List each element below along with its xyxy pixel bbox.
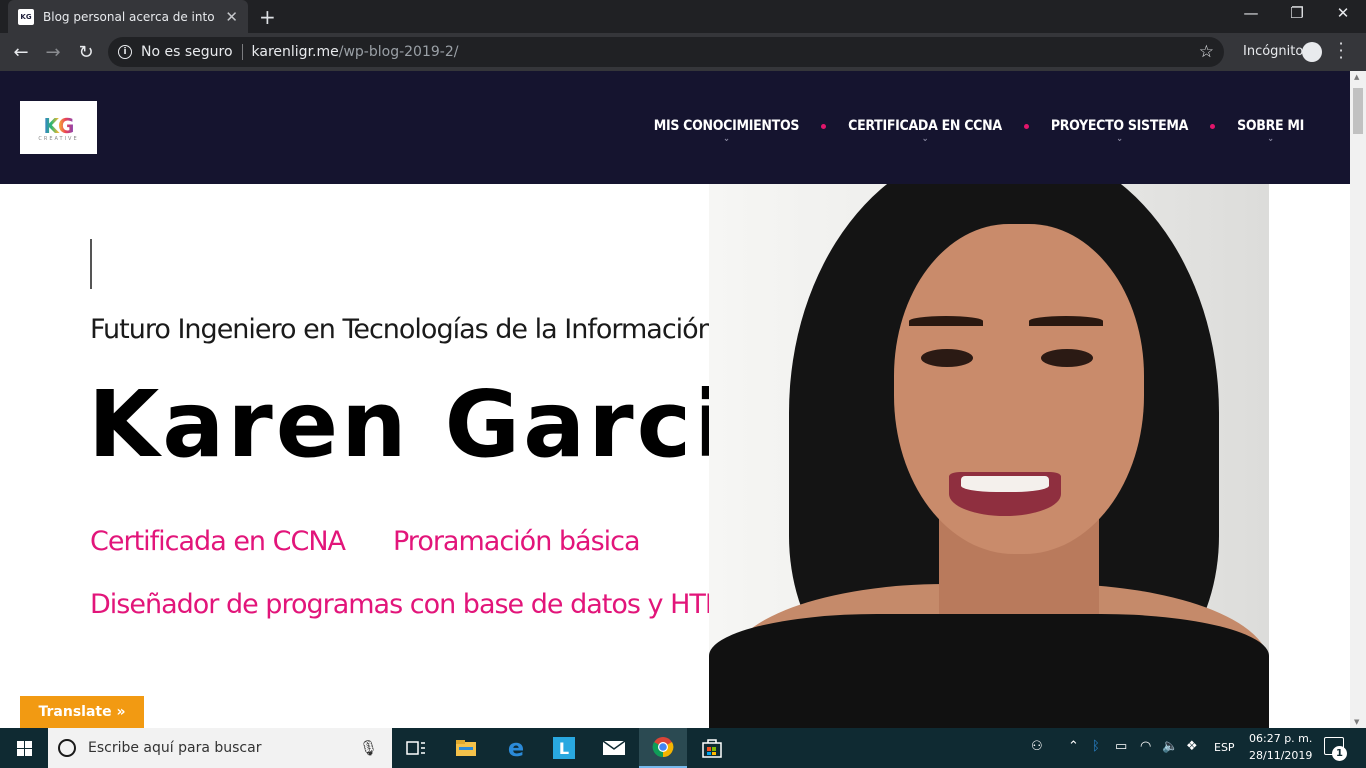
nav-item-certificada-ccna[interactable]: CERTIFICADA EN CCNA ⌄ <box>848 118 1002 144</box>
volume-icon[interactable]: 🔈 <box>1162 739 1178 754</box>
windows-logo-icon <box>16 740 32 756</box>
l-app-icon[interactable]: L <box>540 728 588 768</box>
windows-taskbar: Escribe aquí para buscar 🎙 e L ⚇ ⌃ ᛒ ▭ ◠… <box>0 728 1366 768</box>
forward-arrow-icon[interactable]: → <box>40 39 66 65</box>
incognito-label: Incógnito <box>1243 44 1304 59</box>
scroll-up-icon[interactable]: ▲ <box>1354 73 1359 81</box>
tab-title: Blog personal acerca de into a las <box>43 9 219 24</box>
hero-subtitle: Futuro Ingeniero en Tecnologías de la In… <box>90 314 715 345</box>
bookmark-star-icon[interactable]: ☆ <box>1199 42 1214 62</box>
battery-icon[interactable]: ▭ <box>1115 739 1127 754</box>
web-page: KG CREATIVE MIS CONOCIMIENTOS ⌄ CERTIFIC… <box>0 71 1350 728</box>
new-tab-button[interactable]: + <box>259 5 276 29</box>
nav-item-label: PROYECTO SISTEMA <box>1050 118 1189 134</box>
task-view-icon[interactable] <box>392 728 440 768</box>
chevron-down-icon: ⌄ <box>1267 134 1274 144</box>
address-bar[interactable]: i No es seguro karenligr.me /wp-blog-201… <box>108 37 1224 67</box>
logo-subtext: CREATIVE <box>38 135 79 142</box>
taskbar-search[interactable]: Escribe aquí para buscar 🎙 <box>48 728 392 768</box>
profile-photo <box>709 184 1269 728</box>
browser-menu-icon[interactable]: · · · <box>1335 36 1347 66</box>
input-language[interactable]: ESP <box>1214 741 1235 754</box>
url-path: /wp-blog-2019-2/ <box>338 44 459 60</box>
chevron-down-icon: ⌄ <box>1116 134 1123 144</box>
nav-item-proyecto-sistema[interactable]: PROYECTO SISTEMA ⌄ <box>1050 118 1189 144</box>
incognito-icon <box>1302 42 1322 62</box>
nav-item-label: SOBRE MI <box>1237 118 1304 134</box>
site-logo[interactable]: KG CREATIVE <box>20 101 97 154</box>
notification-count-badge: 1 <box>1332 746 1347 761</box>
browser-tab[interactable]: KG Blog personal acerca de into a las ✕ <box>8 0 248 33</box>
site-info-icon[interactable]: i <box>118 45 132 59</box>
chevron-down-icon: ⌄ <box>723 134 730 144</box>
skill-database-html: Diseñador de programas con base de datos… <box>90 589 742 620</box>
nav-separator-dot <box>1210 123 1216 129</box>
nav-item-mis-conocimientos[interactable]: MIS CONOCIMIENTOS ⌄ <box>653 118 800 144</box>
close-tab-icon[interactable]: ✕ <box>225 8 238 26</box>
restore-button[interactable]: ❐ <box>1274 4 1320 22</box>
mail-icon[interactable] <box>590 728 638 768</box>
skill-programming: Proramación básica <box>393 526 641 557</box>
clock-time[interactable]: 06:27 p. m. <box>1249 732 1312 745</box>
site-header: KG CREATIVE MIS CONOCIMIENTOS ⌄ CERTIFIC… <box>0 71 1350 184</box>
file-explorer-icon[interactable] <box>442 728 490 768</box>
cortana-icon <box>58 739 76 757</box>
page-scrollbar[interactable]: ▲ ▼ <box>1350 71 1366 728</box>
reload-icon[interactable]: ↻ <box>73 39 99 65</box>
search-placeholder: Escribe aquí para buscar <box>88 740 262 756</box>
nav-separator-dot <box>821 123 827 129</box>
site-favicon-icon: KG <box>18 8 34 25</box>
store-icon[interactable] <box>688 728 736 768</box>
clock-date[interactable]: 28/11/2019 <box>1249 749 1312 762</box>
nav-item-label: CERTIFICADA EN CCNA <box>848 118 1002 134</box>
edge-browser-icon[interactable]: e <box>492 728 540 768</box>
hero-accent-line <box>90 239 92 289</box>
close-window-button[interactable]: ✕ <box>1320 4 1366 22</box>
chevron-down-icon: ⌄ <box>921 134 929 144</box>
chrome-icon[interactable] <box>639 728 687 768</box>
wifi-icon[interactable]: ◠ <box>1140 739 1151 754</box>
browser-toolbar: ← → ↻ i No es seguro karenligr.me /wp-bl… <box>0 33 1366 71</box>
people-icon[interactable]: ⚇ <box>1031 739 1043 754</box>
logo-mark: KG <box>43 113 75 138</box>
start-button[interactable] <box>0 728 48 768</box>
url-host: karenligr.me <box>251 44 339 60</box>
browser-tab-strip: KG Blog personal acerca de into a las ✕ … <box>0 0 1366 33</box>
skill-ccna: Certificada en CCNA <box>90 526 346 557</box>
scroll-thumb[interactable] <box>1353 88 1363 134</box>
bluetooth-icon[interactable]: ᛒ <box>1092 739 1100 754</box>
nav-item-sobre-mi[interactable]: SOBRE MI ⌄ <box>1237 118 1304 144</box>
nav-item-label: MIS CONOCIMIENTOS <box>653 118 800 134</box>
translate-button[interactable]: Translate » <box>20 696 144 728</box>
security-label: No es seguro <box>141 44 233 60</box>
hero-name: Karen Garcia <box>88 371 794 478</box>
main-navigation: MIS CONOCIMIENTOS ⌄ CERTIFICADA EN CCNA … <box>653 118 1305 144</box>
microphone-icon[interactable]: 🎙 <box>359 739 378 757</box>
minimize-button[interactable]: — <box>1228 4 1274 22</box>
scroll-down-icon[interactable]: ▼ <box>1354 718 1359 726</box>
back-arrow-icon[interactable]: ← <box>8 39 34 65</box>
dropbox-icon[interactable]: ❖ <box>1186 739 1198 754</box>
show-hidden-icons-icon[interactable]: ⌃ <box>1068 739 1079 754</box>
omnibox-divider <box>241 44 243 60</box>
nav-separator-dot <box>1023 123 1029 129</box>
